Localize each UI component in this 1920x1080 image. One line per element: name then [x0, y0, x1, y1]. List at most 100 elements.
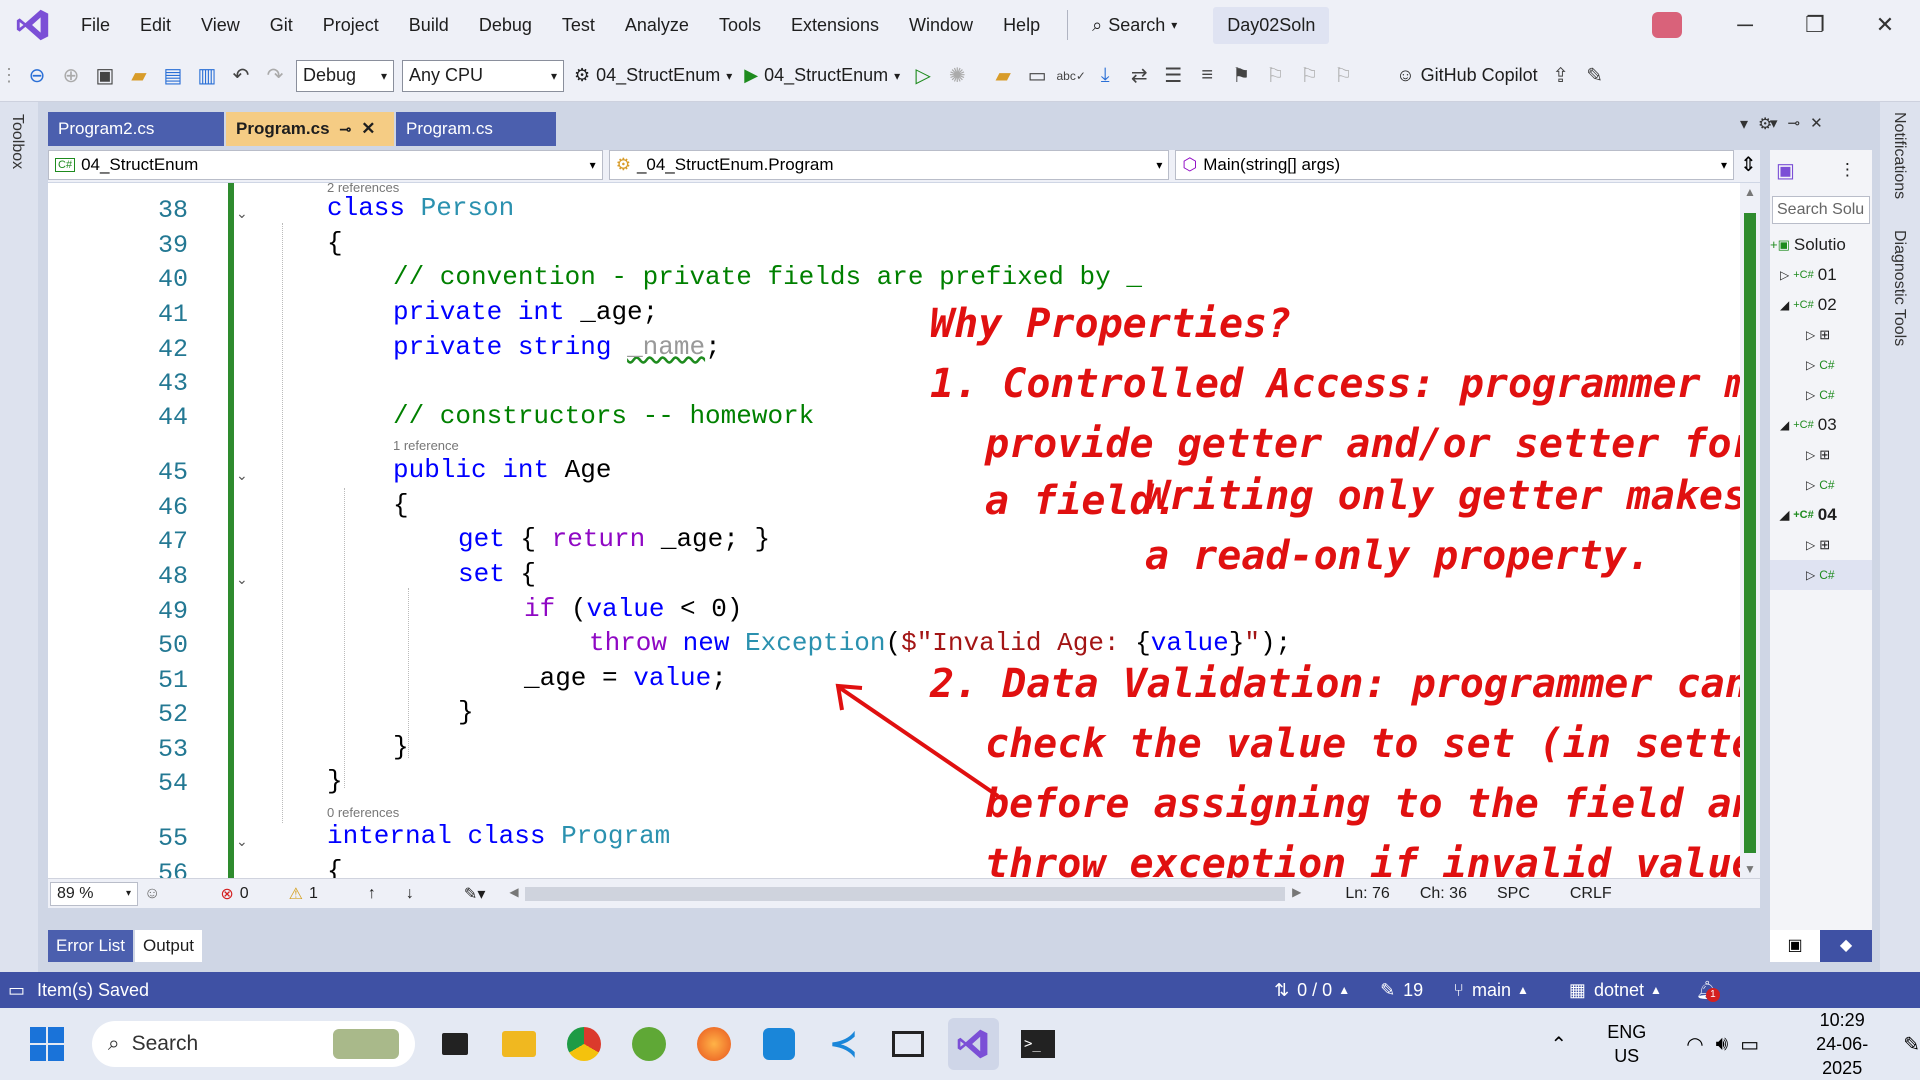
menu-window[interactable]: Window [894, 0, 988, 50]
collapse-icon[interactable]: ⌄ [236, 833, 248, 850]
menu-analyze[interactable]: Analyze [610, 0, 704, 50]
prev-bookmark-icon[interactable]: ⚐ [1258, 59, 1292, 93]
prev-issue-icon[interactable]: ↑ [368, 885, 376, 903]
code-cleanup-icon[interactable]: ✎▾ [464, 884, 485, 904]
git-changes-tab-icon[interactable]: ◆ [1820, 930, 1872, 962]
open-folder-icon[interactable]: ▰ [122, 59, 156, 93]
file-item[interactable]: ▷ C# [1770, 380, 1872, 410]
show-hidden-icons[interactable]: ⌃ [1550, 1032, 1567, 1057]
menu-git[interactable]: Git [255, 0, 308, 50]
project-item[interactable]: ◢ +C# 02 [1770, 290, 1872, 320]
pin-icon[interactable]: ⊸ [340, 121, 352, 138]
firefox-icon[interactable] [688, 1018, 739, 1070]
start-without-debugging-icon[interactable]: ▷ [906, 59, 940, 93]
line-indicator[interactable]: Ln: 76 [1345, 885, 1389, 903]
platform-dropdown[interactable]: Any CPU ▾ [402, 59, 564, 92]
more-icon[interactable]: ⋮ [1839, 160, 1856, 180]
menu-debug[interactable]: Debug [464, 0, 547, 50]
reference-count-hint[interactable]: 1 reference [393, 438, 459, 453]
solution-explorer-tab-icon[interactable]: ▣ [1770, 930, 1820, 962]
scroll-left-icon[interactable]: ◀ [509, 885, 518, 899]
class-dropdown[interactable]: ⚙ _04_StructEnum.Program ▾ [608, 150, 1170, 180]
project-item[interactable]: ▷ +C# 01 [1770, 260, 1872, 290]
file-explorer-icon[interactable] [494, 1018, 545, 1070]
indent-icon[interactable]: ☰ [1156, 59, 1190, 93]
collapse-icon[interactable]: ⌄ [236, 205, 248, 222]
spell-check-icon[interactable]: abc✓ [1054, 59, 1088, 93]
run-button[interactable]: ▶ 04_StructEnum ▾ [738, 65, 906, 86]
new-project-icon[interactable]: ▣ [88, 59, 122, 93]
dependencies-item[interactable]: ▷ ⊞ [1770, 440, 1872, 470]
project-dropdown[interactable]: C# 04_StructEnum ▾ [48, 150, 603, 180]
vertical-scrollbar[interactable]: ▲ ▼ [1740, 183, 1760, 878]
tab-error-list[interactable]: Error List [48, 930, 133, 962]
changes-count[interactable]: 0 / 0 [1297, 980, 1332, 1001]
warning-icon[interactable]: ⚠ [289, 884, 303, 904]
pin-icon[interactable]: ⊸ [1788, 114, 1801, 132]
save-all-icon[interactable]: ▥ [190, 59, 224, 93]
next-issue-icon[interactable]: ↓ [406, 885, 414, 903]
solution-root-item[interactable]: +▣ Solutio [1770, 230, 1872, 260]
error-icon[interactable]: ⊗ [220, 884, 233, 904]
preview-badge-icon[interactable] [1652, 12, 1682, 38]
file-item-selected[interactable]: ▷ C# [1770, 560, 1872, 590]
snipping-tool-icon[interactable] [883, 1018, 934, 1070]
menu-project[interactable]: Project [308, 0, 394, 50]
tab-program-cs[interactable]: Program.cs [396, 112, 556, 146]
menu-build[interactable]: Build [394, 0, 464, 50]
project-item[interactable]: ◢ +C# 03 [1770, 410, 1872, 440]
terminal-icon[interactable]: >_ [1013, 1018, 1064, 1070]
scroll-down-icon[interactable]: ▼ [1744, 862, 1756, 876]
changes-icon[interactable]: ⇅ [1274, 980, 1289, 1001]
member-dropdown[interactable]: ⬡ Main(string[] args) ▾ [1175, 150, 1735, 180]
github-copilot-button[interactable]: ☺ GitHub Copilot [1390, 65, 1543, 86]
zoom-dropdown[interactable]: 89 % ▾ [50, 881, 138, 906]
collapse-icon[interactable]: ⌄ [236, 571, 248, 588]
copilot-status-icon[interactable]: ☺ [144, 885, 160, 903]
clock[interactable]: 10:29 24-06-2025 [1797, 1008, 1887, 1080]
battery-icon[interactable]: ▭ [1740, 1032, 1759, 1057]
step-into-icon[interactable]: ⤓ [1088, 59, 1122, 93]
back-icon[interactable]: ⊖ [20, 59, 54, 93]
menu-file[interactable]: File [66, 0, 125, 50]
reference-count-hint[interactable]: 0 references [327, 805, 399, 820]
clear-bookmarks-icon[interactable]: ⚐ [1326, 59, 1360, 93]
repo-name[interactable]: dotnet [1594, 980, 1644, 1001]
file-item[interactable]: ▷ C# [1770, 470, 1872, 500]
diagnostic-tools-tab[interactable]: Diagnostic Tools [1890, 230, 1908, 346]
horizontal-scrollbar[interactable]: ◀ ▶ [509, 885, 1301, 901]
search-box[interactable]: ⌕ Search ▾ [1080, 15, 1189, 36]
visual-studio-logo-icon[interactable] [14, 6, 52, 44]
next-bookmark-icon[interactable]: ⚐ [1292, 59, 1326, 93]
notifications-tab[interactable]: Notifications [1890, 112, 1908, 199]
dropdown-icon[interactable]: ▾ [1770, 114, 1778, 132]
visual-studio-taskbar-icon[interactable] [947, 1018, 999, 1070]
file-item[interactable]: ▷ C# [1770, 350, 1872, 380]
minimize-icon[interactable]: ─ [1710, 0, 1780, 50]
compare-icon[interactable]: ⇄ [1122, 59, 1156, 93]
volume-icon[interactable]: 🔊︎ [1716, 1033, 1729, 1056]
menu-extensions[interactable]: Extensions [776, 0, 894, 50]
line-ending-indicator[interactable]: CRLF [1570, 885, 1612, 903]
repo-icon[interactable]: ▦ [1569, 980, 1586, 1001]
menu-tools[interactable]: Tools [704, 0, 776, 50]
close-tab-icon[interactable]: ✕ [361, 119, 375, 139]
startup-project-dropdown[interactable]: ⚙ 04_StructEnum ▾ [568, 65, 738, 86]
zoom-it-icon[interactable] [753, 1018, 804, 1070]
save-icon[interactable]: ▤ [156, 59, 190, 93]
configuration-dropdown[interactable]: Debug ▾ [296, 59, 394, 92]
notification-center-icon[interactable]: ✎ [1903, 1032, 1920, 1057]
menu-help[interactable]: Help [988, 0, 1055, 50]
outdent-icon[interactable]: ≡ [1190, 59, 1224, 93]
menu-view[interactable]: View [186, 0, 255, 50]
undo-icon[interactable]: ↶ [224, 59, 258, 93]
menu-edit[interactable]: Edit [125, 0, 186, 50]
close-icon[interactable]: ✕ [1810, 114, 1823, 132]
folder-view-icon[interactable]: ▰ [986, 59, 1020, 93]
column-indicator[interactable]: Ch: 36 [1420, 885, 1467, 903]
tab-program-cs-active[interactable]: Program.cs ⊸ ✕ [226, 112, 394, 146]
hot-reload-icon[interactable]: ✺ [940, 59, 974, 93]
layout-icon[interactable]: ▭ [1020, 59, 1054, 93]
wifi-icon[interactable]: ◠ [1686, 1032, 1703, 1057]
toolbox-tab[interactable]: Toolbox [8, 114, 26, 169]
